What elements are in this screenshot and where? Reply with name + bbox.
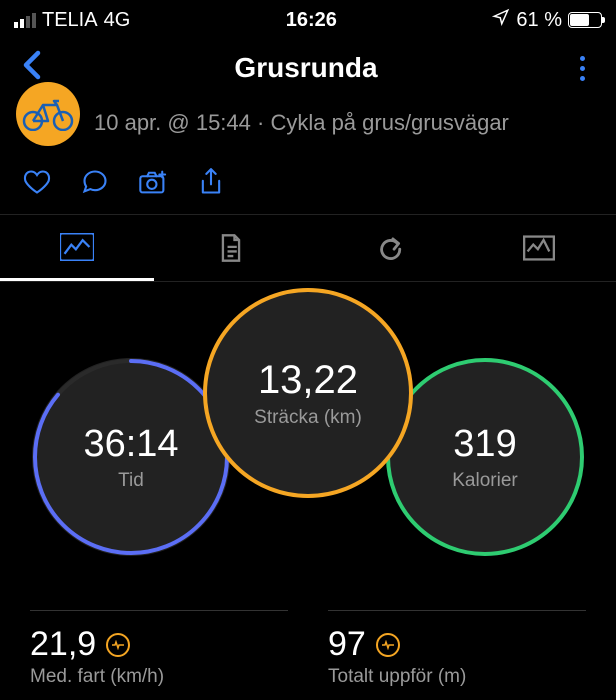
carrier-label: TELIA — [42, 9, 98, 32]
calories-ring: 319 Kalorier — [386, 358, 584, 556]
activity-avatar — [16, 82, 80, 146]
comment-button[interactable] — [80, 168, 110, 196]
speed-label: Med. fart (km/h) — [30, 666, 288, 688]
like-button[interactable] — [22, 168, 52, 196]
tab-charts[interactable] — [462, 215, 616, 281]
tab-notes[interactable] — [154, 215, 308, 281]
network-label: 4G — [104, 9, 131, 32]
calories-value: 319 — [453, 423, 516, 466]
summary-rings: 36:14 Tid 319 Kalorier 13,22 Sträcka (km… — [0, 282, 616, 602]
tab-strip — [0, 214, 616, 282]
share-button[interactable] — [196, 168, 226, 196]
signal-icon — [14, 13, 36, 28]
activity-header: 10 apr. @ 15:44 · Cykla på grus/grusväga… — [0, 102, 616, 154]
more-button[interactable] — [564, 52, 600, 85]
tab-laps[interactable] — [308, 215, 462, 281]
page-title: Grusrunda — [48, 52, 564, 84]
ascent-label: Totalt uppför (m) — [328, 666, 586, 688]
nav-bar: Grusrunda — [0, 38, 616, 102]
back-button[interactable] — [16, 50, 48, 86]
distance-ring: 13,22 Sträcka (km) — [203, 288, 413, 498]
ascent-value: 97 — [328, 625, 366, 664]
stat-speed: 21,9 Med. fart (km/h) — [30, 610, 288, 688]
distance-value: 13,22 — [258, 358, 358, 403]
distance-label: Sträcka (km) — [254, 407, 362, 429]
battery-pct: 61 % — [516, 9, 562, 32]
battery-icon — [568, 12, 602, 28]
tab-stats[interactable] — [0, 215, 154, 281]
add-photo-button[interactable] — [138, 168, 168, 196]
activity-subtitle: 10 apr. @ 15:44 · Cykla på grus/grusväga… — [94, 106, 509, 138]
speed-value: 21,9 — [30, 625, 96, 664]
bike-icon — [21, 97, 75, 131]
action-row — [0, 154, 616, 214]
status-bar: TELIA 4G 16:26 61 % — [0, 0, 616, 38]
clock: 16:26 — [286, 9, 337, 32]
time-ring: 36:14 Tid — [32, 358, 230, 556]
location-icon — [492, 8, 510, 32]
stat-ascent: 97 Totalt uppför (m) — [328, 610, 586, 688]
stats-row: 21,9 Med. fart (km/h) 97 Totalt uppför (… — [0, 610, 616, 688]
calories-label: Kalorier — [452, 470, 517, 492]
pulse-icon — [376, 633, 400, 657]
pulse-icon — [106, 633, 130, 657]
